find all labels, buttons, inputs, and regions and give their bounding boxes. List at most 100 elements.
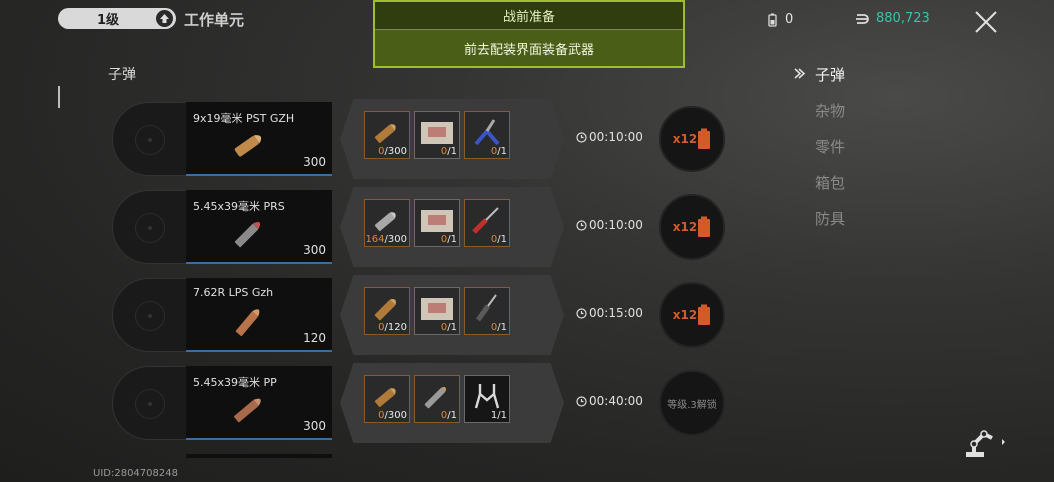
material-slot[interactable]: 1/1 xyxy=(464,375,510,423)
close-icon xyxy=(975,11,997,33)
material-need: 1 xyxy=(500,146,507,157)
material-slot[interactable]: 0/1 xyxy=(464,287,510,335)
materials-panel: 0/300 0/1 0/1 xyxy=(340,99,564,179)
material-need: 1 xyxy=(500,410,507,421)
material-have: 0 xyxy=(490,322,498,333)
level-pill[interactable]: 1级 xyxy=(58,8,176,29)
material-slot[interactable]: 0/1 xyxy=(414,111,460,159)
next-row-peek xyxy=(186,454,332,458)
banner-subtitle[interactable]: 前去配装界面装备武器 xyxy=(375,30,683,66)
clock-icon xyxy=(576,395,587,407)
material-have: 0 xyxy=(378,322,385,333)
material-slot[interactable]: 0/300 xyxy=(364,375,410,423)
material-need: 1 xyxy=(450,146,457,157)
material-slot[interactable]: 0/120 xyxy=(364,287,410,335)
output-slot xyxy=(112,102,188,176)
multitool-icon xyxy=(474,384,500,409)
material-slot[interactable]: 0/1 xyxy=(414,287,460,335)
close-button[interactable] xyxy=(972,8,1000,36)
category-label: 箱包 xyxy=(815,173,846,192)
craft-count: x12 xyxy=(672,220,698,234)
level-up-icon[interactable] xyxy=(156,10,173,27)
product-quantity: 120 xyxy=(303,331,326,345)
material-slot[interactable]: 0/1 xyxy=(414,375,460,423)
bullet-icon xyxy=(234,135,262,157)
material-slot[interactable]: 0/300 xyxy=(364,111,410,159)
material-slot[interactable]: 164/300 xyxy=(364,199,410,247)
craft-timer: 00:10:00 xyxy=(576,130,643,144)
prewar-banner[interactable]: 战前准备 前去配装界面装备武器 xyxy=(373,0,685,68)
category-misc[interactable]: 杂物 xyxy=(790,92,845,128)
material-have: 1 xyxy=(490,410,498,421)
robot-arm-button[interactable] xyxy=(962,422,1012,462)
product-card[interactable]: 7.62R LPS Gzh 120 xyxy=(186,278,332,352)
money-value: 880,723 xyxy=(876,11,930,26)
ammo-box-icon xyxy=(421,298,453,320)
craft-button[interactable]: x12 xyxy=(659,194,725,260)
clock-icon xyxy=(576,219,587,231)
bullet-icon xyxy=(424,386,447,409)
bullet-icon xyxy=(374,299,396,321)
material-have: 0 xyxy=(440,234,448,245)
battery-icon xyxy=(768,13,777,27)
category-armor[interactable]: 防具 xyxy=(790,200,845,236)
craft-button[interactable]: x12 xyxy=(659,282,725,348)
material-have: 0 xyxy=(440,410,448,421)
category-ammo[interactable]: 子弹 xyxy=(790,56,845,92)
section-label: 子弹 xyxy=(108,67,136,83)
locked-craft-button: 等级.3解锁 xyxy=(659,370,725,436)
product-quantity: 300 xyxy=(303,243,326,257)
battery-icon xyxy=(698,304,711,325)
material-need: 1 xyxy=(500,234,507,245)
recipe-row: 9x19毫米 PST GZH 300 0/300 0/1 0/1 00:10:0… xyxy=(112,99,732,179)
bullet-icon xyxy=(374,124,396,144)
recipe-row: 7.62R LPS Gzh 120 0/120 0/1 0/1 00:15:00… xyxy=(112,275,732,355)
battery-counter: 0 xyxy=(768,12,793,27)
craft-time: 00:15:00 xyxy=(589,306,643,320)
material-have: 0 xyxy=(490,146,498,157)
category-parts[interactable]: 零件 xyxy=(790,128,845,164)
material-have: 0 xyxy=(378,410,385,421)
craft-time: 00:10:00 xyxy=(589,218,643,232)
battery-count: 0 xyxy=(785,12,794,27)
banner-title: 战前准备 xyxy=(375,2,683,30)
pliers-icon xyxy=(474,119,500,146)
material-need: 1 xyxy=(450,410,457,421)
craft-timer: 00:40:00 xyxy=(576,394,643,408)
material-slot[interactable]: 0/1 xyxy=(464,199,510,247)
material-have: 0 xyxy=(440,322,448,333)
bullet-icon xyxy=(235,309,260,336)
recipe-row: 5.45x39毫米 PRS 300 164/300 0/1 0/1 00:10:… xyxy=(112,187,732,267)
unlock-requirement: 等级.3解锁 xyxy=(667,399,717,411)
material-need: 1 xyxy=(450,322,457,333)
scrollbar[interactable] xyxy=(58,86,60,108)
material-need: 120 xyxy=(387,322,407,333)
ammo-box-icon xyxy=(421,122,453,144)
materials-panel: 0/300 0/1 1/1 xyxy=(340,363,564,443)
craft-button[interactable]: x12 xyxy=(659,106,725,172)
material-have: 164 xyxy=(365,234,385,245)
category-bags[interactable]: 箱包 xyxy=(790,164,845,200)
material-slot[interactable]: 0/1 xyxy=(464,111,510,159)
craft-time: 00:10:00 xyxy=(589,130,643,144)
output-slot xyxy=(112,278,188,352)
material-need: 1 xyxy=(450,234,457,245)
product-card[interactable]: 9x19毫米 PST GZH 300 xyxy=(186,102,332,176)
product-quantity: 300 xyxy=(303,419,326,433)
output-slot xyxy=(112,366,188,440)
material-need: 300 xyxy=(387,410,407,421)
battery-icon xyxy=(698,216,711,237)
material-have: 0 xyxy=(490,234,498,245)
category-list: 子弹 杂物 零件 箱包 防具 xyxy=(790,56,845,236)
material-slot[interactable]: 0/1 xyxy=(414,199,460,247)
category-label: 杂物 xyxy=(815,101,846,120)
bullet-icon xyxy=(374,388,396,408)
materials-panel: 164/300 0/1 0/1 xyxy=(340,187,564,267)
bullet-icon xyxy=(374,212,396,232)
craft-timer: 00:15:00 xyxy=(576,306,643,320)
chevron-right-icon xyxy=(794,68,806,79)
user-id: UID:2804708248 xyxy=(93,468,178,479)
product-card[interactable]: 5.45x39毫米 PRS 300 xyxy=(186,190,332,264)
output-slot xyxy=(112,190,188,264)
product-card[interactable]: 5.45x39毫米 PP 300 xyxy=(186,366,332,440)
